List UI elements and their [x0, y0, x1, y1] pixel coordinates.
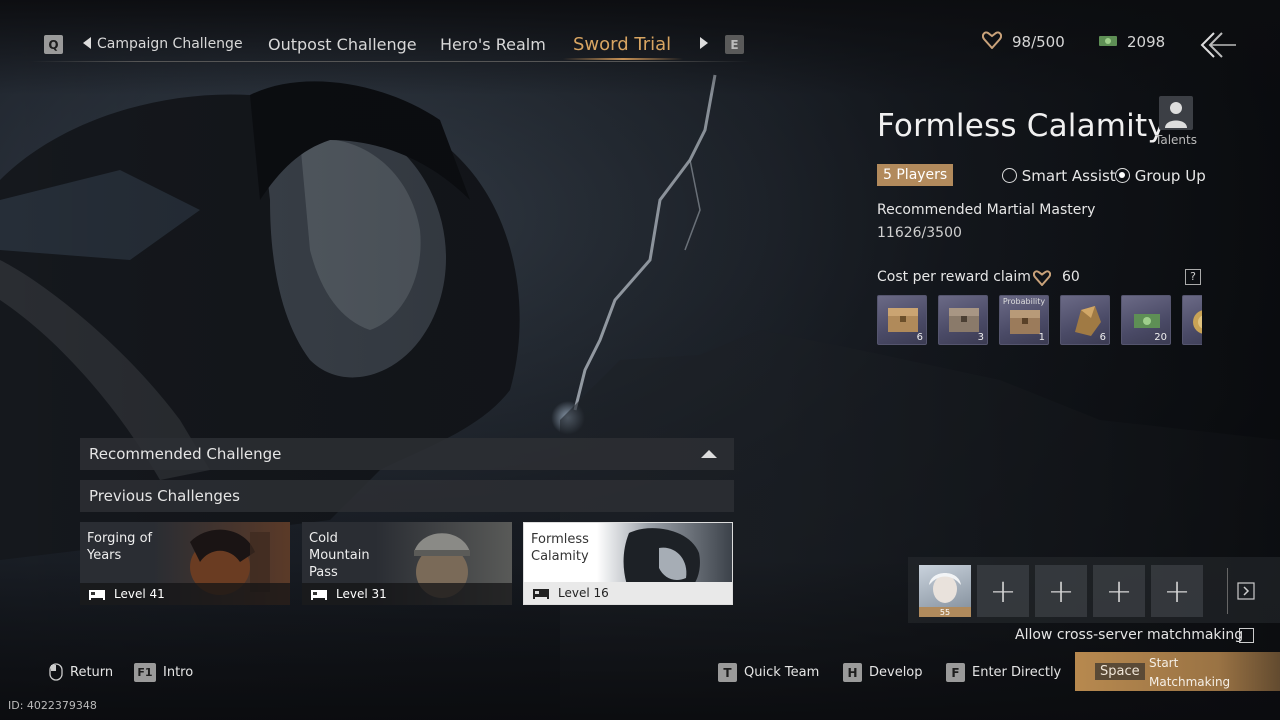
group-up-radio[interactable]	[1115, 168, 1130, 183]
mouse-icon	[49, 663, 63, 681]
collapse-icon[interactable]	[701, 449, 717, 459]
prev-tab-key[interactable]: Q	[44, 35, 63, 54]
challenge-card-selected[interactable]: Formless Calamity Level 16	[523, 522, 733, 605]
reward-count: 20	[1154, 332, 1167, 343]
cash-currency-value: 2098	[1127, 33, 1166, 51]
quick-team-key[interactable]: T	[718, 663, 737, 682]
reward-item[interactable]: 6	[1060, 295, 1110, 345]
challenge-level-row: Level 31	[302, 583, 512, 605]
return-button[interactable]: Return	[70, 665, 113, 680]
challenge-name: Formless Calamity	[531, 532, 589, 564]
reward-item[interactable]: Probability 1	[999, 295, 1049, 345]
challenge-card[interactable]: Forging of Years Level 41	[80, 522, 290, 605]
bed-icon	[533, 589, 549, 599]
group-up-option[interactable]: Group Up	[1115, 167, 1206, 185]
cost-label: Cost per reward claim	[877, 269, 1031, 285]
start-key: Space	[1095, 663, 1145, 680]
smart-assist-option[interactable]: Smart Assist	[1002, 167, 1116, 185]
player-avatar[interactable]: 55	[919, 565, 971, 617]
intro-key[interactable]: F1	[134, 663, 156, 682]
add-teammate-slot[interactable]: +	[1035, 565, 1087, 617]
heart-currency-value: 98/500	[1012, 33, 1065, 51]
reward-item[interactable]	[1182, 295, 1202, 345]
team-divider	[1227, 568, 1228, 614]
challenge-detail-panel: Formless Calamity Talents 5 Players Smar…	[870, 90, 1210, 360]
next-tab-key[interactable]: E	[725, 35, 744, 54]
group-up-label: Group Up	[1134, 167, 1206, 185]
recommended-challenge-header[interactable]: Recommended Challenge	[80, 438, 734, 470]
tab-campaign-challenge[interactable]: Campaign Challenge	[97, 36, 243, 52]
mastery-label: Recommended Martial Mastery	[877, 202, 1096, 218]
intro-button[interactable]: Intro	[163, 665, 193, 680]
smart-assist-radio[interactable]	[1002, 168, 1017, 183]
challenge-name: Cold Mountain Pass	[309, 531, 370, 580]
add-teammate-slot[interactable]: +	[977, 565, 1029, 617]
challenge-level-row: Level 16	[524, 582, 732, 604]
mastery-value: 11626/3500	[877, 225, 962, 241]
player-level: 55	[939, 608, 951, 617]
start-label: Start	[1149, 656, 1179, 670]
talents-label: Talents	[1155, 133, 1197, 147]
active-tab-underline	[563, 58, 683, 60]
matchmaking-label: Matchmaking	[1149, 675, 1231, 689]
probability-tag: Probability	[1002, 297, 1046, 306]
develop-key[interactable]: H	[843, 663, 862, 682]
expand-team-icon[interactable]	[1237, 582, 1255, 600]
challenge-name: Forging of Years	[87, 531, 153, 563]
player-id: ID: 4022379348	[8, 699, 97, 712]
reward-item[interactable]: 20	[1121, 295, 1171, 345]
tab-outpost-challenge[interactable]: Outpost Challenge	[268, 35, 417, 54]
previous-challenges-header[interactable]: Previous Challenges	[80, 480, 734, 512]
back-icon[interactable]	[1198, 31, 1238, 59]
arrow-left-icon[interactable]	[83, 37, 91, 49]
smart-assist-label: Smart Assist	[1021, 167, 1116, 185]
challenge-title: Formless Calamity	[877, 108, 1166, 144]
tab-sword-trial[interactable]: Sword Trial	[573, 34, 671, 55]
talents-button[interactable]: Talents	[1154, 96, 1198, 156]
challenge-level: Level 16	[558, 586, 609, 600]
reward-count: 6	[1099, 332, 1106, 343]
cost-value: 60	[1062, 269, 1080, 285]
reward-item[interactable]: 6	[877, 295, 927, 345]
top-divider	[30, 61, 750, 62]
develop-button[interactable]: Develop	[869, 665, 923, 680]
add-teammate-slot[interactable]: +	[1151, 565, 1203, 617]
challenge-level: Level 31	[336, 587, 387, 601]
coin-icon	[1193, 310, 1202, 334]
bed-icon	[89, 590, 105, 600]
reward-count: 1	[1038, 332, 1045, 343]
help-button[interactable]: ?	[1185, 269, 1201, 285]
enter-directly-key[interactable]: F	[946, 663, 965, 682]
challenge-card[interactable]: Cold Mountain Pass Level 31	[302, 522, 512, 605]
reward-count: 6	[916, 332, 923, 343]
top-nav: Q Campaign Challenge Outpost Challenge H…	[0, 0, 1280, 70]
arrow-right-icon[interactable]	[700, 37, 708, 49]
start-matchmaking-button[interactable]: Space Start Matchmaking	[1075, 652, 1280, 691]
add-teammate-slot[interactable]: +	[1093, 565, 1145, 617]
players-badge: 5 Players	[877, 164, 954, 186]
cross-server-label: Allow cross-server matchmaking	[1015, 627, 1244, 643]
heart-currency-icon	[1033, 270, 1051, 286]
challenge-level-row: Level 41	[80, 583, 290, 605]
bed-icon	[311, 590, 327, 600]
quick-team-button[interactable]: Quick Team	[744, 665, 819, 680]
heart-currency-icon	[982, 31, 1002, 49]
reward-item[interactable]: 3	[938, 295, 988, 345]
talents-icon	[1159, 96, 1193, 130]
cash-currency-icon	[1099, 36, 1117, 46]
reward-count: 3	[977, 332, 984, 343]
recommended-challenge-label: Recommended Challenge	[89, 445, 282, 463]
cross-server-checkbox[interactable]	[1239, 628, 1254, 643]
reward-list: 6 3 Probability 1 6 20	[877, 295, 1202, 347]
challenge-level: Level 41	[114, 587, 165, 601]
previous-challenges-label: Previous Challenges	[89, 487, 240, 505]
tab-heros-realm[interactable]: Hero's Realm	[440, 35, 546, 54]
enter-directly-button[interactable]: Enter Directly	[972, 665, 1061, 680]
